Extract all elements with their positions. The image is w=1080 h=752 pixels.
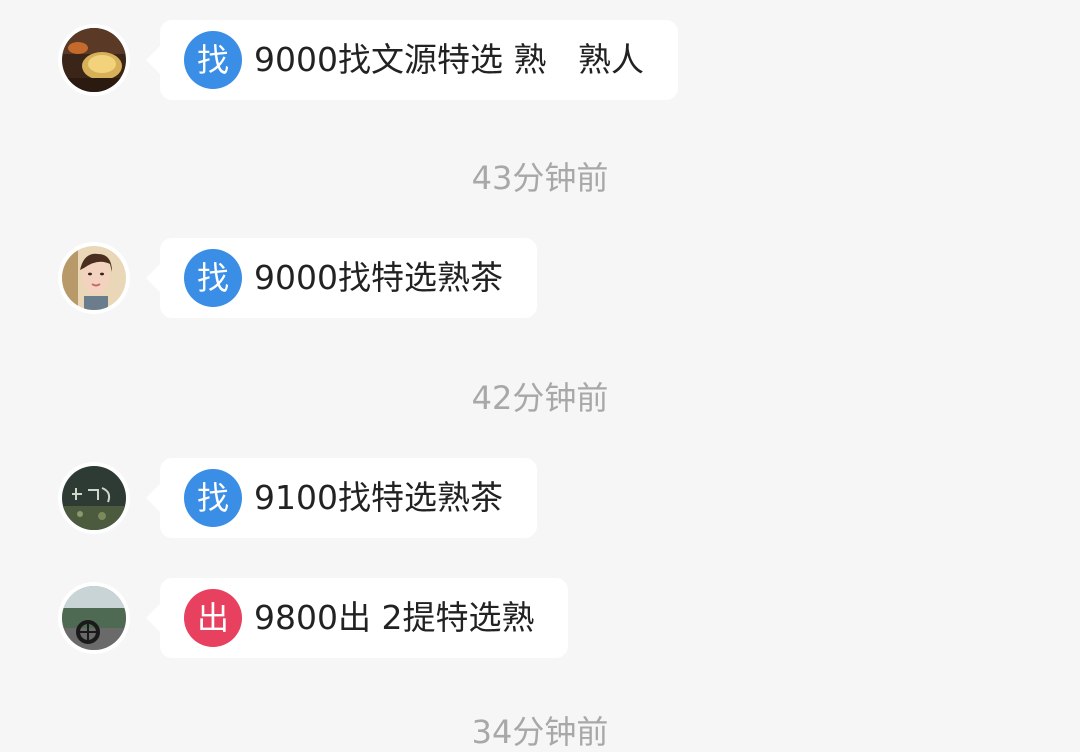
message-text: 9100找特选熟茶 (254, 478, 503, 517)
street-photo-avatar-image (62, 586, 126, 650)
timestamp: 42分钟前 (471, 379, 609, 417)
message-row: 找 9000找特选熟茶 (0, 238, 1080, 318)
timestamp: 34分钟前 (471, 713, 609, 751)
message-row: 找 9000找文源特选 熟 熟人 (0, 20, 1080, 100)
message-row: 出 9800出 2提特选熟 (0, 578, 1080, 658)
user-avatar[interactable] (58, 24, 130, 96)
message-bubble[interactable]: 出 9800出 2提特选熟 (145, 578, 569, 658)
sell-tag-badge: 出 (184, 589, 242, 647)
message-row: 找 9100找特选熟茶 (0, 458, 1080, 538)
find-tag-badge: 找 (184, 249, 242, 307)
tea-cup-avatar-image (62, 28, 126, 92)
message-bubble[interactable]: 找 9000找特选熟茶 (146, 238, 537, 318)
message-text: 9000找特选熟茶 (254, 258, 503, 297)
find-tag-badge: 找 (184, 31, 242, 89)
woman-portrait-avatar-image (62, 246, 126, 310)
message-bubble[interactable]: 找 9000找文源特选 熟 熟人 (146, 20, 678, 100)
message-text: 9000找文源特选 熟 熟人 (254, 40, 644, 79)
user-avatar[interactable] (58, 242, 130, 314)
user-avatar[interactable] (58, 582, 130, 654)
find-tag-badge: 找 (184, 469, 242, 527)
chat-feed: 找 9000找文源特选 熟 熟人 43分钟前 找 9000找特选熟茶 42分钟前… (0, 0, 1080, 751)
dark-calligraphy-avatar-image (62, 466, 126, 530)
user-avatar[interactable] (58, 462, 130, 534)
message-bubble[interactable]: 找 9100找特选熟茶 (146, 458, 537, 538)
message-text: 9800出 2提特选熟 (254, 598, 535, 637)
timestamp: 43分钟前 (471, 159, 609, 197)
